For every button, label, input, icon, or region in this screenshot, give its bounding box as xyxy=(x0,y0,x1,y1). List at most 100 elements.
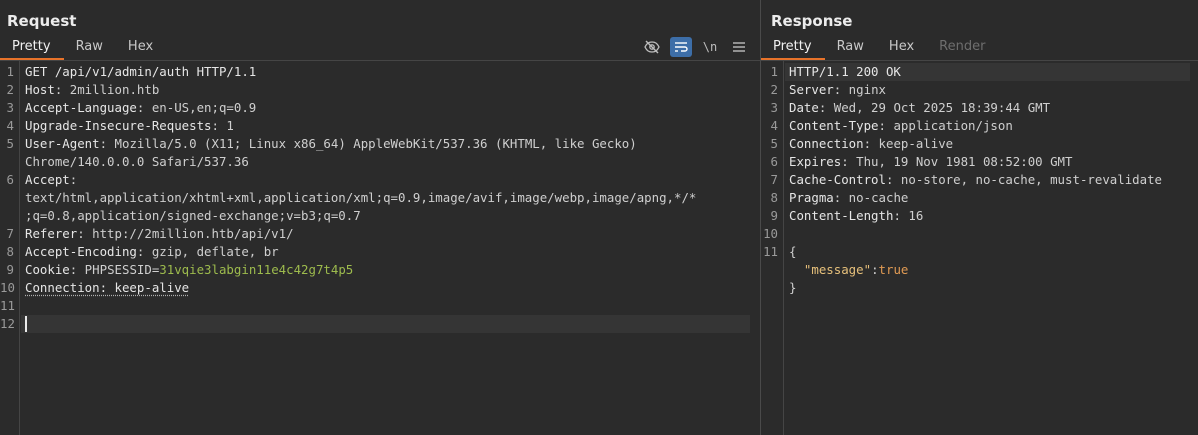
response-editor[interactable]: 1 HTTP/1.1 200 OK 2 Server: nginx 3 Date: Wed… xyxy=(761,63,1198,435)
request-line-number: 4 xyxy=(6,118,14,133)
response-token: Server xyxy=(789,82,834,97)
request-line-content: text/html,application/xhtml+xml,applicat… xyxy=(25,189,696,207)
request-line-content: Chrome/140.0.0.0 Safari/537.36 xyxy=(25,153,249,171)
request-token: Host xyxy=(25,82,55,97)
response-line-number: 8 xyxy=(770,190,778,205)
response-tab-render[interactable]: Render xyxy=(927,36,998,60)
request-line-number: 10 xyxy=(0,280,15,295)
response-token: Cache-Control xyxy=(789,172,886,187)
response-line-number: 4 xyxy=(770,118,778,133)
response-token: HTTP/1.1 200 OK xyxy=(789,64,901,79)
response-token: true xyxy=(878,262,909,277)
response-tab-underline xyxy=(761,60,1198,61)
response-token: : application/json xyxy=(878,118,1013,133)
request-code-line: 10 Connection: keep-alive xyxy=(0,279,760,297)
request-token: : PHPSESSID= xyxy=(69,262,160,277)
response-line-content: { xyxy=(789,243,796,261)
response-token: { xyxy=(789,244,797,259)
response-tab-raw[interactable]: Raw xyxy=(825,36,877,60)
request-token: ;q=0.8,application/signed-exchange;v=b3;… xyxy=(25,208,361,223)
request-code-line: 9 Cookie: PHPSESSID=31vqie3labgin11e4c42g… xyxy=(0,261,760,279)
request-tab-raw[interactable]: Raw xyxy=(64,36,116,60)
request-tabs: Pretty Raw Hex xyxy=(0,36,166,61)
request-tab-hex[interactable]: Hex xyxy=(116,36,166,60)
request-token: : 2million.htb xyxy=(54,82,160,97)
request-line-number: 3 xyxy=(6,100,14,115)
request-code-line: 4 Upgrade-Insecure-Requests: 1 xyxy=(0,117,760,135)
request-token: User-Agent xyxy=(25,136,100,151)
response-token: } xyxy=(789,280,797,295)
response-token: : Thu, 19 Nov 1981 08:52:00 GMT xyxy=(841,154,1073,169)
response-tabs: Pretty Raw Hex Render xyxy=(761,36,998,61)
request-line-number: 2 xyxy=(6,82,14,97)
response-code-line: 2 Server: nginx xyxy=(761,81,1198,99)
response-line-number: 6 xyxy=(770,154,778,169)
request-code-line: 12 xyxy=(0,315,760,333)
response-pane: Response Pretty Raw Hex Render 1 HTTP/1.1 20… xyxy=(761,0,1198,435)
request-token: text/html,application/xhtml+xml,applicat… xyxy=(25,190,697,205)
request-token: 31vqie3labgin11e4c42g7t4p5 xyxy=(159,262,354,277)
response-token: : 16 xyxy=(893,208,924,223)
response-token: : Wed, 29 Oct 2025 18:39:44 GMT xyxy=(818,100,1051,115)
response-token: Pragma xyxy=(789,190,834,205)
request-line-number: 12 xyxy=(0,316,15,331)
response-line-content: Cache-Control: no-store, no-cache, must-… xyxy=(789,171,1162,189)
response-token: Date xyxy=(789,100,819,115)
request-tab-underline xyxy=(0,60,760,61)
request-token: Accept-Language xyxy=(25,100,137,115)
request-line-number: 1 xyxy=(6,64,14,79)
request-editor[interactable]: 1 GET /api/v1/admin/auth HTTP/1.1 2 Host: 2… xyxy=(0,63,760,435)
request-token: : 1 xyxy=(211,118,234,133)
request-code-line: 5 User-Agent: Mozilla/5.0 (X11; Linux x86… xyxy=(0,135,760,153)
response-line-content: "message":true xyxy=(789,261,908,279)
request-line-number: 11 xyxy=(0,298,15,313)
request-code-line: 3 Accept-Language: en-US,en;q=0.9 xyxy=(0,99,760,117)
request-token: : http://2million.htb/api/v1/ xyxy=(77,226,294,241)
response-code-line: 11 { xyxy=(761,243,1198,261)
response-line-content: Date: Wed, 29 Oct 2025 18:39:44 GMT xyxy=(789,99,1050,117)
request-line-content: Upgrade-Insecure-Requests: 1 xyxy=(25,117,234,135)
request-line-content: User-Agent: Mozilla/5.0 (X11; Linux x86_… xyxy=(25,135,637,153)
request-line-number: 7 xyxy=(6,226,14,241)
response-tab-hex[interactable]: Hex xyxy=(877,36,927,60)
request-line-number: 9 xyxy=(6,262,14,277)
response-token: : no-store, no-cache, must-revalidate xyxy=(885,172,1162,187)
response-line-number: 5 xyxy=(770,136,778,151)
response-tab-pretty[interactable]: Pretty xyxy=(761,36,825,60)
request-toolbar: \n xyxy=(634,37,750,57)
word-wrap-icon[interactable] xyxy=(670,37,692,57)
response-code-line: 5 Connection: keep-alive xyxy=(761,135,1198,153)
response-token: Content-Length xyxy=(789,208,894,223)
response-line-number: 10 xyxy=(763,226,778,241)
request-tab-pretty[interactable]: Pretty xyxy=(0,36,64,60)
response-code-line: "message":true xyxy=(761,261,1198,279)
request-line-content: Cookie: PHPSESSID=31vqie3labgin11e4c42g7… xyxy=(25,261,353,279)
response-code-line: 7 Cache-Control: no-store, no-cache, must… xyxy=(761,171,1198,189)
response-line-content: Content-Length: 16 xyxy=(789,207,923,225)
request-line-content: Host: 2million.htb xyxy=(25,81,159,99)
response-line-content: Pragma: no-cache xyxy=(789,189,908,207)
request-token: Upgrade-Insecure-Requests xyxy=(25,118,212,133)
response-code-line: 6 Expires: Thu, 19 Nov 1981 08:52:00 GMT xyxy=(761,153,1198,171)
request-code-line: 6 Accept: xyxy=(0,171,760,189)
request-pane: Request Pretty Raw Hex \n 1 GET /api/v1/… xyxy=(0,0,760,435)
response-line-number: 7 xyxy=(770,172,778,187)
response-code-line: 9 Content-Length: 16 xyxy=(761,207,1198,225)
eye-slash-icon[interactable] xyxy=(641,37,663,57)
response-code-line: } xyxy=(761,279,1198,297)
hamburger-menu-icon-svg xyxy=(733,42,745,52)
response-token: "message" xyxy=(803,262,872,277)
newline-toggle[interactable]: \n xyxy=(699,37,721,57)
request-token: Connection: keep-alive xyxy=(25,280,190,295)
word-wrap-icon-svg xyxy=(675,42,688,52)
request-token: Chrome/140.0.0.0 Safari/537.36 xyxy=(25,154,249,169)
request-code-line: 7 Referer: http://2million.htb/api/v1/ xyxy=(0,225,760,243)
response-line-number: 11 xyxy=(763,244,778,259)
hamburger-menu-icon[interactable] xyxy=(728,37,750,57)
request-code-line: text/html,application/xhtml+xml,applicat… xyxy=(0,189,760,207)
request-code-line: 2 Host: 2million.htb xyxy=(0,81,760,99)
response-line-content: } xyxy=(789,279,796,297)
response-code-line: 8 Pragma: no-cache xyxy=(761,189,1198,207)
response-token: : keep-alive xyxy=(863,136,954,151)
request-title: Request xyxy=(7,12,77,30)
